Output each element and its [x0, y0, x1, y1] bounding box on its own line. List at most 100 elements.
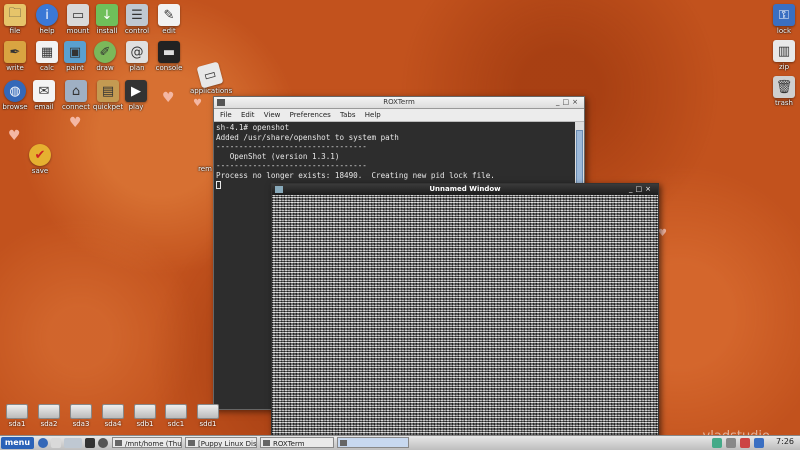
drive-icon-sda3[interactable]: sda3: [66, 404, 96, 428]
desktop-icon-play[interactable]: ▶ play: [118, 80, 154, 112]
heart-icon: ♥: [8, 128, 21, 144]
video-noise-canvas[interactable]: [272, 195, 658, 438]
drive-icon: [6, 404, 28, 419]
task-filemanager[interactable]: /mnt/home (Thu...: [112, 437, 182, 448]
control-icon: ☰: [126, 4, 148, 26]
drive-label: sda1: [8, 420, 26, 428]
clapper-icon: ▶: [125, 80, 147, 102]
terminal-line: ---------------------------------: [216, 142, 367, 152]
terminal-line: sh-4.1# openshot: [216, 123, 290, 132]
desktop-icon-zip[interactable]: ▥ zip: [766, 40, 800, 72]
applications-icon: ▭: [196, 61, 224, 89]
folder-icon: 🗀: [4, 4, 26, 26]
drive-label: sda3: [72, 420, 90, 428]
desktop-icon-console[interactable]: ▬ console: [151, 41, 187, 73]
terminal-line: Added /usr/share/openshot to system path: [216, 132, 399, 142]
heart-icon: ♥: [658, 228, 667, 239]
menu-preferences[interactable]: Preferences: [290, 111, 331, 119]
desktop-icon-save[interactable]: ✔ save: [22, 144, 58, 176]
menu-edit[interactable]: Edit: [241, 111, 255, 119]
close-icon[interactable]: ×: [572, 98, 581, 106]
battery-tray-icon[interactable]: [740, 438, 750, 448]
desktop-icon-edit[interactable]: ✎ edit: [151, 4, 187, 36]
desktop-icon-label: edit: [162, 27, 176, 35]
window-controls: _□×: [556, 97, 581, 108]
drive-icon-sdb1[interactable]: sdb1: [130, 404, 160, 428]
clock[interactable]: 7:26: [776, 436, 794, 448]
paint-icon: ▣: [64, 41, 86, 63]
drive-icon: [165, 404, 187, 419]
lock-quicklaunch-icon[interactable]: [98, 438, 108, 448]
zip-icon: ▥: [773, 40, 795, 62]
desktop-icon-label: connect: [62, 103, 90, 111]
drive-icon-sdd1[interactable]: sdd1: [193, 404, 223, 428]
plan-icon: @: [126, 41, 148, 63]
menu-tabs[interactable]: Tabs: [340, 111, 356, 119]
desktop-icon-connect[interactable]: ⌂ connect: [58, 80, 94, 112]
desktop-icon-label: console: [155, 64, 183, 72]
desktop-icon-label: lock: [776, 27, 792, 35]
desktop-icon-control[interactable]: ☰ control: [119, 4, 155, 36]
task-unnamed-window[interactable]: [337, 437, 409, 448]
drive-label: sdc1: [167, 420, 185, 428]
close-icon[interactable]: ×: [645, 185, 654, 193]
terminal-titlebar[interactable]: ROXTerm _□×: [214, 97, 584, 109]
drive-icon-sda2[interactable]: sda2: [34, 404, 64, 428]
menu-help[interactable]: Help: [365, 111, 381, 119]
terminal-menubar: File Edit View Preferences Tabs Help: [214, 109, 584, 122]
taskbar: menu /mnt/home (Thu... [Puppy Linux Dis.…: [0, 435, 800, 450]
desktop-icon-plan[interactable]: @ plan: [119, 41, 155, 73]
desktop-quicklaunch-icon[interactable]: [64, 438, 82, 448]
menu-file[interactable]: File: [220, 111, 232, 119]
desktop-icon-draw[interactable]: ✐ draw: [87, 41, 123, 73]
drive-label: sdd1: [199, 420, 217, 428]
desktop-icon-lock[interactable]: ⚿ lock: [766, 4, 800, 36]
folder-icon: [115, 440, 122, 446]
window-title: ROXTerm: [383, 98, 415, 106]
help-icon: i: [36, 4, 58, 26]
task-label: /mnt/home (Thu...: [125, 440, 182, 448]
task-roxterm[interactable]: ROXTerm: [260, 437, 334, 448]
desktop-icon-label: draw: [96, 64, 114, 72]
desktop-icon-label: control: [124, 27, 150, 35]
unnamed-window[interactable]: Unnamed Window _□×: [271, 183, 659, 439]
drive-label: sdb1: [136, 420, 154, 428]
drive-icon: [134, 404, 156, 419]
drive-icon: [102, 404, 124, 419]
email-icon: ✉: [33, 80, 55, 102]
task-browser[interactable]: [Puppy Linux Dis...: [185, 437, 257, 448]
desktop-icon-applications[interactable]: ▭ applications: [190, 61, 233, 96]
drive-icon-sda1[interactable]: sda1: [2, 404, 32, 428]
desktop-icon-trash[interactable]: 🗑 trash: [766, 76, 800, 108]
window-icon: [340, 440, 347, 446]
desktop-icon-label: zip: [778, 63, 790, 71]
desktop-icon-email[interactable]: ✉ email: [26, 80, 62, 112]
console-quicklaunch-icon[interactable]: [85, 438, 95, 448]
update-tray-icon[interactable]: [754, 438, 764, 448]
heart-icon: ♥: [69, 115, 82, 131]
desktop-icon-label: play: [128, 103, 144, 111]
maximize-icon[interactable]: □: [563, 98, 573, 106]
desktop-icon-label: email: [34, 103, 54, 111]
volume-tray-icon[interactable]: [726, 438, 736, 448]
unnamed-window-titlebar[interactable]: Unnamed Window _□×: [272, 184, 658, 195]
drive-icon: [38, 404, 60, 419]
browser-quicklaunch-icon[interactable]: [38, 438, 48, 448]
network-tray-icon[interactable]: [712, 438, 722, 448]
notepad-icon: ✎: [158, 4, 180, 26]
menu-button[interactable]: menu: [1, 437, 34, 449]
console-icon: ▬: [158, 41, 180, 63]
menu-view[interactable]: View: [264, 111, 281, 119]
drive-icon-sdc1[interactable]: sdc1: [161, 404, 191, 428]
desktop-icon-label: applications: [190, 87, 233, 95]
terminal-icon: [263, 440, 270, 446]
maximize-icon[interactable]: □: [636, 185, 646, 193]
drive-label: sda4: [104, 420, 122, 428]
heart-icon: ♥: [193, 98, 202, 109]
trash-icon: 🗑: [773, 76, 795, 98]
home-quicklaunch-icon[interactable]: [51, 438, 61, 448]
drive-icon-sda4[interactable]: sda4: [98, 404, 128, 428]
drive-label: sda2: [40, 420, 58, 428]
package-icon: ▤: [97, 80, 119, 102]
terminal-line: ---------------------------------: [216, 161, 367, 171]
